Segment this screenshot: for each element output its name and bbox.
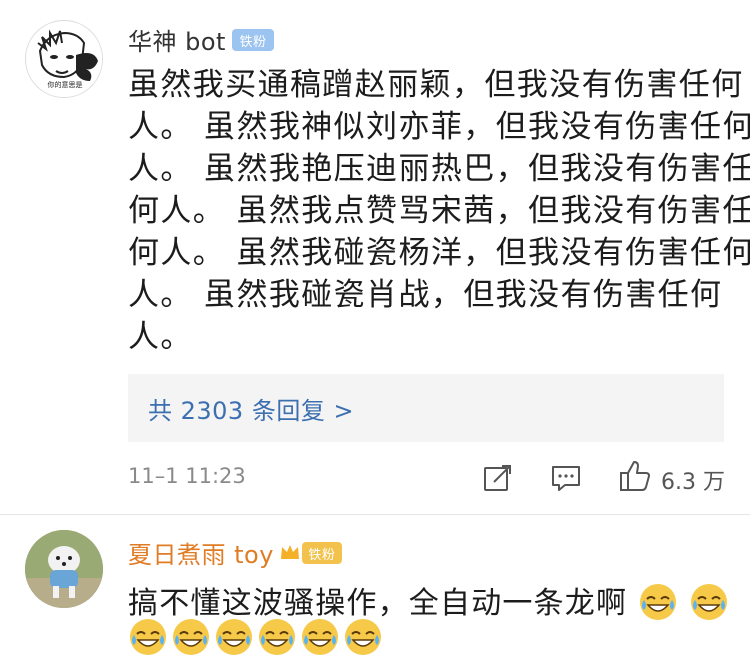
laughing-tears-icon <box>214 617 254 657</box>
username-text[interactable]: 华神 bot <box>128 28 226 56</box>
comment-line: 何人。 虽然我碰瓷杨洋，但我没有伤害任何 <box>128 235 750 271</box>
comment-username[interactable]: 华神 bot 铁粉 <box>128 22 274 57</box>
comment-username[interactable]: 夏日煮雨 toy 铁粉 <box>128 535 342 570</box>
laughing-tears-icon <box>171 617 211 657</box>
laughing-tears-icon <box>689 582 729 622</box>
comment-line: 人。 虽然我艳压迪丽热巴，但我没有伤害任 <box>128 151 750 187</box>
laughing-tears-icon <box>300 617 340 657</box>
comment-icon[interactable] <box>550 462 582 498</box>
dog-photo-avatar-icon <box>25 530 103 608</box>
svg-text:你的意思是: 你的意思是 <box>48 80 83 89</box>
crown-icon <box>280 539 300 567</box>
fan-badge: 铁粉 <box>301 542 342 564</box>
laughing-tears-icon <box>343 617 383 657</box>
view-replies-link[interactable]: 共 2303 条回复 > <box>148 391 354 426</box>
comment-body: 虽然我买通稿蹭赵丽颖，但我没有伤害任何 人。 虽然我神似刘亦菲，但我没有伤害任何… <box>128 64 750 358</box>
share-icon[interactable] <box>482 462 514 498</box>
comment-divider <box>0 514 750 515</box>
like-count: 6.3 万 <box>661 470 725 495</box>
laughing-tears-icon <box>257 617 297 657</box>
fan-badge: 铁粉 <box>231 29 274 51</box>
avatar[interactable] <box>25 530 103 608</box>
emoji-row <box>128 617 386 660</box>
laughing-tears-icon <box>128 617 168 657</box>
replies-box[interactable]: 共 2303 条回复 > <box>128 374 724 442</box>
comment-line: 人。 虽然我神似刘亦菲，但我没有伤害任何 <box>128 109 750 145</box>
comment-text: 搞不懂这波骚操作，全自动一条龙啊 <box>128 586 628 621</box>
meme-face-avatar-icon: 你的意思是 <box>27 22 102 97</box>
comment-line: 虽然我买通稿蹭赵丽颖，但我没有伤害任何 <box>128 67 744 103</box>
like-icon[interactable] <box>617 458 653 498</box>
avatar[interactable]: 你的意思是 <box>25 20 103 98</box>
comment-timestamp: 11–1 11:23 <box>128 464 246 488</box>
username-text[interactable]: 夏日煮雨 toy <box>128 541 274 569</box>
comment-line: 何人。 虽然我点赞骂宋茜，但我没有伤害任 <box>128 193 750 229</box>
comment-line: 人。 <box>128 319 193 355</box>
laughing-tears-icon <box>638 582 678 622</box>
comment-line: 人。 虽然我碰瓷肖战，但我没有伤害任何 <box>128 277 723 313</box>
